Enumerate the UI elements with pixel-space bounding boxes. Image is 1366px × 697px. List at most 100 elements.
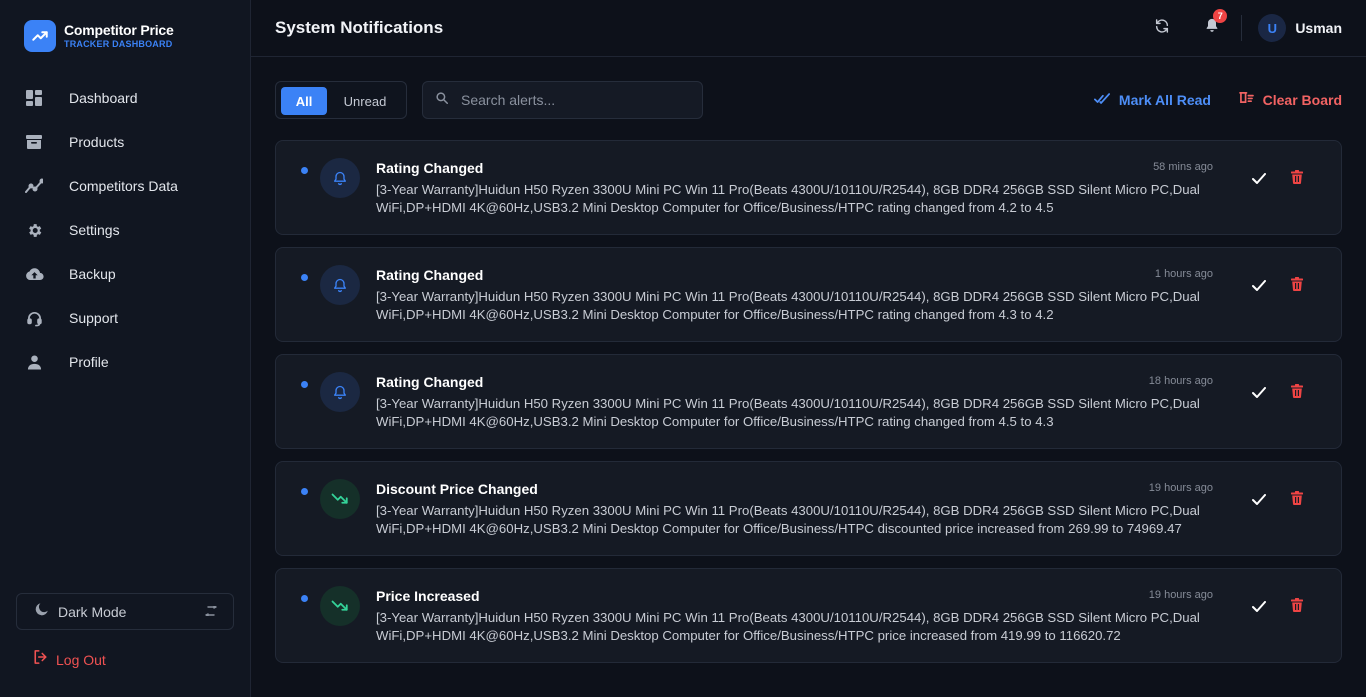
notification-title: Price Increased <box>376 588 480 604</box>
delete-button[interactable] <box>1287 167 1307 187</box>
filter-all-tab[interactable]: All <box>281 87 327 115</box>
mark-all-read-button[interactable]: Mark All Read <box>1093 81 1211 119</box>
notification-message: [3-Year Warranty]Huidun H50 Ryzen 3300U … <box>376 289 1200 322</box>
top-bar: System Notifications 7 U Usman <box>251 0 1366 57</box>
notification-time: 58 mins ago <box>1153 161 1213 173</box>
clear-board-button[interactable]: Clear Board <box>1238 81 1342 119</box>
double-check-icon <box>1093 91 1110 109</box>
delete-button[interactable] <box>1287 595 1307 615</box>
user-icon <box>24 352 44 372</box>
delete-button[interactable] <box>1287 381 1307 401</box>
notification-time: 18 hours ago <box>1148 375 1213 387</box>
gear-icon <box>24 220 44 240</box>
notification-card[interactable]: Rating Changed [3-Year Warranty]Huidun H… <box>275 247 1342 342</box>
trending-up-icon <box>24 20 56 52</box>
dashboard-icon <box>24 88 44 108</box>
mark-read-button[interactable] <box>1249 596 1269 616</box>
swap-arrows-icon <box>205 603 217 621</box>
unread-dot <box>301 488 308 495</box>
mark-all-read-label: Mark All Read <box>1118 92 1211 108</box>
trending-down-icon <box>320 586 360 626</box>
logout-button[interactable]: Log Out <box>33 650 106 669</box>
unread-dot <box>301 381 308 388</box>
user-name[interactable]: Usman <box>1295 20 1342 36</box>
sidebar-item-label: Products <box>69 134 125 150</box>
avatar[interactable]: U <box>1258 14 1287 42</box>
sidebar-item-label: Competitors Data <box>69 178 178 194</box>
sidebar-item-label: Dashboard <box>69 90 138 106</box>
notification-message: [3-Year Warranty]Huidun H50 Ryzen 3300U … <box>376 610 1200 643</box>
notification-card[interactable]: Rating Changed [3-Year Warranty]Huidun H… <box>275 140 1342 235</box>
delete-button[interactable] <box>1287 488 1307 508</box>
delete-button[interactable] <box>1287 274 1307 294</box>
trash-icon <box>1291 170 1303 184</box>
logout-icon <box>33 650 48 669</box>
notification-time: 1 hours ago <box>1154 268 1213 280</box>
search-box <box>422 81 703 119</box>
sidebar-item-label: Backup <box>69 266 116 282</box>
dark-mode-label: Dark Mode <box>58 603 127 620</box>
sidebar-item-backup[interactable]: Backup <box>24 252 234 296</box>
sidebar-nav: Dashboard Products Competitors Data Sett… <box>24 76 234 384</box>
sidebar-item-dashboard[interactable]: Dashboard <box>24 76 234 120</box>
trash-icon <box>1291 384 1303 398</box>
sidebar-item-products[interactable]: Products <box>24 120 234 164</box>
mark-read-button[interactable] <box>1249 489 1269 509</box>
mark-read-button[interactable] <box>1249 382 1269 402</box>
filter-segment: All Unread <box>275 81 407 119</box>
main-content: System Notifications 7 U Usman All Unrea… <box>251 0 1366 697</box>
sidebar: Competitor Price TRACKER DASHBOARD Dashb… <box>0 0 251 697</box>
logout-label: Log Out <box>56 651 106 668</box>
filter-unread-tab[interactable]: Unread <box>336 87 394 115</box>
dark-mode-toggle[interactable]: Dark Mode <box>16 593 234 630</box>
page-title: System Notifications <box>275 18 444 37</box>
check-icon <box>1252 172 1266 184</box>
sidebar-item-support[interactable]: Support <box>24 296 234 340</box>
notification-card[interactable]: Discount Price Changed [3-Year Warranty]… <box>275 461 1342 556</box>
unread-dot <box>301 595 308 602</box>
refresh-button[interactable] <box>1151 17 1173 39</box>
notification-list: Rating Changed [3-Year Warranty]Huidun H… <box>275 140 1342 675</box>
notification-count-badge: 7 <box>1213 9 1228 23</box>
sidebar-item-label: Profile <box>69 354 109 370</box>
search-icon <box>436 91 448 109</box>
mark-read-button[interactable] <box>1249 275 1269 295</box>
sidebar-item-profile[interactable]: Profile <box>24 340 234 384</box>
clear-board-label: Clear Board <box>1262 92 1342 108</box>
trending-down-icon <box>320 479 360 519</box>
brand[interactable]: Competitor Price TRACKER DASHBOARD <box>24 20 174 52</box>
cloud-upload-icon <box>24 264 44 284</box>
notification-message: [3-Year Warranty]Huidun H50 Ryzen 3300U … <box>376 182 1200 215</box>
toolbar: All Unread Mark All Read Clear Board <box>275 81 1342 119</box>
notification-time: 19 hours ago <box>1148 589 1213 601</box>
bell-icon <box>320 158 360 198</box>
sidebar-item-settings[interactable]: Settings <box>24 208 234 252</box>
sidebar-item-label: Support <box>69 310 119 326</box>
notification-title: Rating Changed <box>376 160 484 176</box>
sidebar-item-competitors-data[interactable]: Competitors Data <box>24 164 234 208</box>
chart-line-icon <box>24 176 44 196</box>
notification-card[interactable]: Price Increased [3-Year Warranty]Huidun … <box>275 568 1342 663</box>
trash-icon <box>1291 491 1303 505</box>
brand-subtitle: TRACKER DASHBOARD <box>64 39 173 49</box>
notification-title: Discount Price Changed <box>376 481 538 497</box>
sidebar-item-label: Settings <box>69 222 120 238</box>
bell-icon <box>320 265 360 305</box>
notification-message: [3-Year Warranty]Huidun H50 Ryzen 3300U … <box>376 503 1200 536</box>
moon-icon <box>35 602 49 621</box>
search-input[interactable] <box>461 92 681 108</box>
notifications-button[interactable]: 7 <box>1201 9 1228 39</box>
check-icon <box>1252 600 1266 612</box>
refresh-icon <box>1154 18 1170 39</box>
notification-title: Rating Changed <box>376 374 484 390</box>
notification-card[interactable]: Rating Changed [3-Year Warranty]Huidun H… <box>275 354 1342 449</box>
trash-icon <box>1291 598 1303 612</box>
check-icon <box>1252 386 1266 398</box>
unread-dot <box>301 274 308 281</box>
unread-dot <box>301 167 308 174</box>
check-icon <box>1252 493 1266 505</box>
top-actions: 7 U Usman <box>1151 0 1342 56</box>
clear-icon <box>1238 91 1254 109</box>
check-icon <box>1252 279 1266 291</box>
mark-read-button[interactable] <box>1249 168 1269 188</box>
